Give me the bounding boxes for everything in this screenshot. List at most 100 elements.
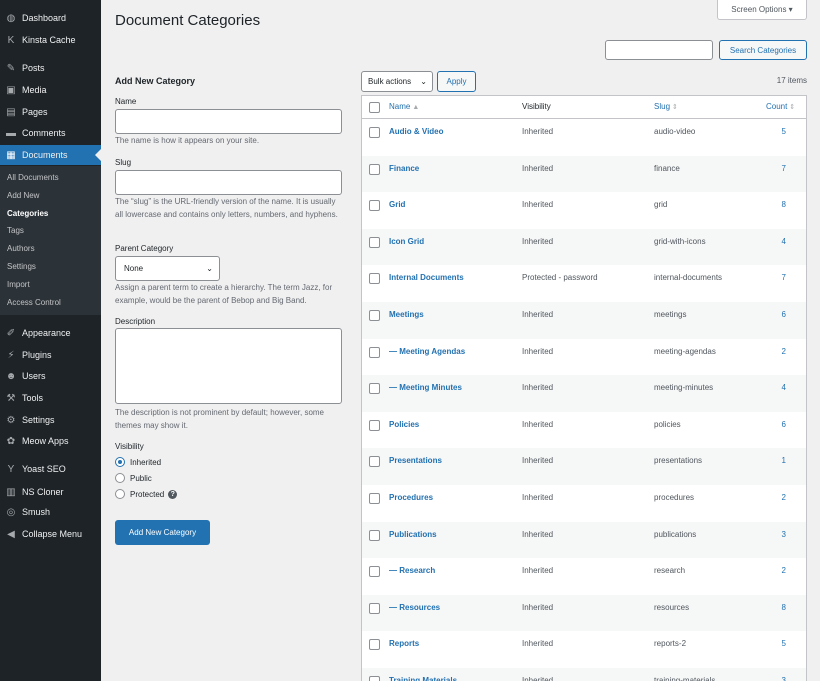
category-count-link[interactable]: 2 xyxy=(762,347,786,356)
category-name-link[interactable]: Reports xyxy=(389,639,419,648)
sidebar-item-dashboard[interactable]: ◍ Dashboard xyxy=(0,8,101,28)
sidebar-item-plugins[interactable]: ⚡ Plugins xyxy=(0,345,101,365)
category-name-link[interactable]: Presentations xyxy=(389,456,442,465)
row-checkbox[interactable] xyxy=(369,676,380,681)
row-checkbox[interactable] xyxy=(369,419,380,431)
submenu-item-access-control[interactable]: Access Control xyxy=(7,298,61,307)
search-categories-button[interactable]: Search Categories xyxy=(719,40,807,60)
comment-icon: ▬ xyxy=(6,127,16,139)
category-count-link[interactable]: 8 xyxy=(762,200,786,209)
sidebar-item-label: Smush xyxy=(22,507,51,517)
category-visibility: Inherited xyxy=(522,493,554,502)
category-count-link[interactable]: 8 xyxy=(762,603,786,612)
row-checkbox[interactable] xyxy=(369,273,380,285)
category-count-link[interactable]: 3 xyxy=(762,530,786,539)
row-checkbox[interactable] xyxy=(369,529,380,541)
row-checkbox[interactable] xyxy=(369,163,380,175)
sidebar-item-posts[interactable]: ✎ Posts xyxy=(0,58,101,78)
category-count-link[interactable]: 7 xyxy=(762,164,786,173)
bulk-actions-select[interactable]: Bulk actions ⌄ xyxy=(361,71,433,92)
category-count-link[interactable]: 5 xyxy=(762,127,786,136)
category-name-link[interactable]: Internal Documents xyxy=(389,273,464,282)
parent-category-select[interactable]: None ⌄ xyxy=(115,256,220,281)
submenu-item-authors[interactable]: Authors xyxy=(7,244,35,253)
category-count-link[interactable]: 3 xyxy=(762,676,786,681)
category-name-link[interactable]: Training Materials xyxy=(389,676,457,681)
category-name-link[interactable]: Audio & Video xyxy=(389,127,444,136)
category-count-link[interactable]: 1 xyxy=(762,456,786,465)
category-name-link[interactable]: Icon Grid xyxy=(389,237,424,246)
sidebar-item-kinsta-cache[interactable]: K Kinsta Cache xyxy=(0,30,101,50)
category-count-link[interactable]: 6 xyxy=(762,310,786,319)
category-count-link[interactable]: 4 xyxy=(762,237,786,246)
visibility-option-inherited[interactable]: Inherited xyxy=(115,457,161,467)
sidebar-item-media[interactable]: ▣ Media xyxy=(0,80,101,100)
help-icon[interactable]: ? xyxy=(168,489,178,499)
apply-button[interactable]: Apply xyxy=(437,71,476,92)
category-count-link[interactable]: 2 xyxy=(762,566,786,575)
row-checkbox[interactable] xyxy=(369,602,380,614)
sidebar-item-pages[interactable]: ▤ Pages xyxy=(0,102,101,122)
add-new-category-button[interactable]: Add New Category xyxy=(115,520,210,545)
sidebar-item-appearance[interactable]: ✐ Appearance xyxy=(0,323,101,343)
sidebar-item-settings[interactable]: ⚙ Settings xyxy=(0,410,101,430)
row-checkbox[interactable] xyxy=(369,456,380,468)
description-textarea[interactable] xyxy=(115,328,342,404)
column-slug[interactable]: Slug ⇕ xyxy=(654,102,678,111)
category-name-link[interactable]: Finance xyxy=(389,164,419,173)
row-checkbox[interactable] xyxy=(369,236,380,248)
sidebar-item-users[interactable]: ☻ Users xyxy=(0,366,101,386)
category-name-link[interactable]: — Research xyxy=(389,566,435,575)
row-checkbox[interactable] xyxy=(369,383,380,395)
sidebar-item-yoast-seo[interactable]: Y Yoast SEO xyxy=(0,459,101,479)
category-name-link[interactable]: Grid xyxy=(389,200,405,209)
row-checkbox[interactable] xyxy=(369,639,380,651)
category-visibility: Inherited xyxy=(522,383,554,393)
category-count-link[interactable]: 2 xyxy=(762,493,786,502)
submenu-item-categories[interactable]: Categories xyxy=(7,209,48,218)
category-count-link[interactable]: 6 xyxy=(762,420,786,429)
row-checkbox[interactable] xyxy=(369,200,380,212)
category-count-link[interactable]: 7 xyxy=(762,273,786,282)
column-name[interactable]: Name ▲ xyxy=(389,102,419,111)
row-checkbox[interactable] xyxy=(369,310,380,321)
category-name-link[interactable]: Publications xyxy=(389,530,437,539)
column-count[interactable]: Count ⇕ xyxy=(766,102,795,111)
submenu-item-add-new[interactable]: Add New xyxy=(7,191,39,200)
category-name-link[interactable]: — Meeting Agendas xyxy=(389,347,465,356)
visibility-option-protected[interactable]: Protected ? xyxy=(115,489,178,499)
search-input[interactable] xyxy=(605,40,713,60)
submenu-item-tags[interactable]: Tags xyxy=(7,226,24,235)
category-name-link[interactable]: — Meeting Minutes xyxy=(389,383,462,392)
category-count-link[interactable]: 5 xyxy=(762,639,786,648)
category-name-link[interactable]: — Resources xyxy=(389,603,440,612)
select-all-checkbox[interactable] xyxy=(369,102,380,113)
sidebar-item-collapse-menu[interactable]: ◀ Collapse Menu xyxy=(0,524,101,544)
radio-button[interactable] xyxy=(115,457,125,467)
category-count-link[interactable]: 4 xyxy=(762,383,786,392)
row-checkbox[interactable] xyxy=(369,493,380,504)
sidebar-item-meow-apps[interactable]: ✿ Meow Apps xyxy=(0,431,101,451)
category-name-link[interactable]: Meetings xyxy=(389,310,424,319)
page-title: Document Categories xyxy=(115,12,261,29)
radio-button[interactable] xyxy=(115,473,125,483)
sidebar-item-comments[interactable]: ▬ Comments xyxy=(0,123,101,143)
category-name-link[interactable]: Policies xyxy=(389,420,419,429)
visibility-option-public[interactable]: Public xyxy=(115,473,152,483)
sidebar-item-tools[interactable]: ⚒ Tools xyxy=(0,388,101,408)
sidebar-item-documents[interactable]: ▦ Documents xyxy=(0,145,101,165)
row-checkbox[interactable] xyxy=(369,127,380,138)
row-checkbox[interactable] xyxy=(369,566,380,578)
sidebar-item-ns-cloner[interactable]: ▥ NS Cloner xyxy=(0,482,101,502)
slug-field[interactable] xyxy=(115,170,342,195)
name-field[interactable] xyxy=(115,109,342,134)
radio-button[interactable] xyxy=(115,489,125,499)
submenu-item-settings[interactable]: Settings xyxy=(7,262,36,271)
sidebar-item-smush[interactable]: ◎ Smush xyxy=(0,502,101,522)
category-name-link[interactable]: Procedures xyxy=(389,493,433,502)
row-checkbox[interactable] xyxy=(369,346,380,358)
screen-options-button[interactable]: Screen Options ▾ xyxy=(717,0,807,20)
submenu-item-all-documents[interactable]: All Documents xyxy=(7,173,59,182)
submenu-item-import[interactable]: Import xyxy=(7,280,30,289)
table-row: Presentations Inherited presentations 1 xyxy=(362,448,806,485)
